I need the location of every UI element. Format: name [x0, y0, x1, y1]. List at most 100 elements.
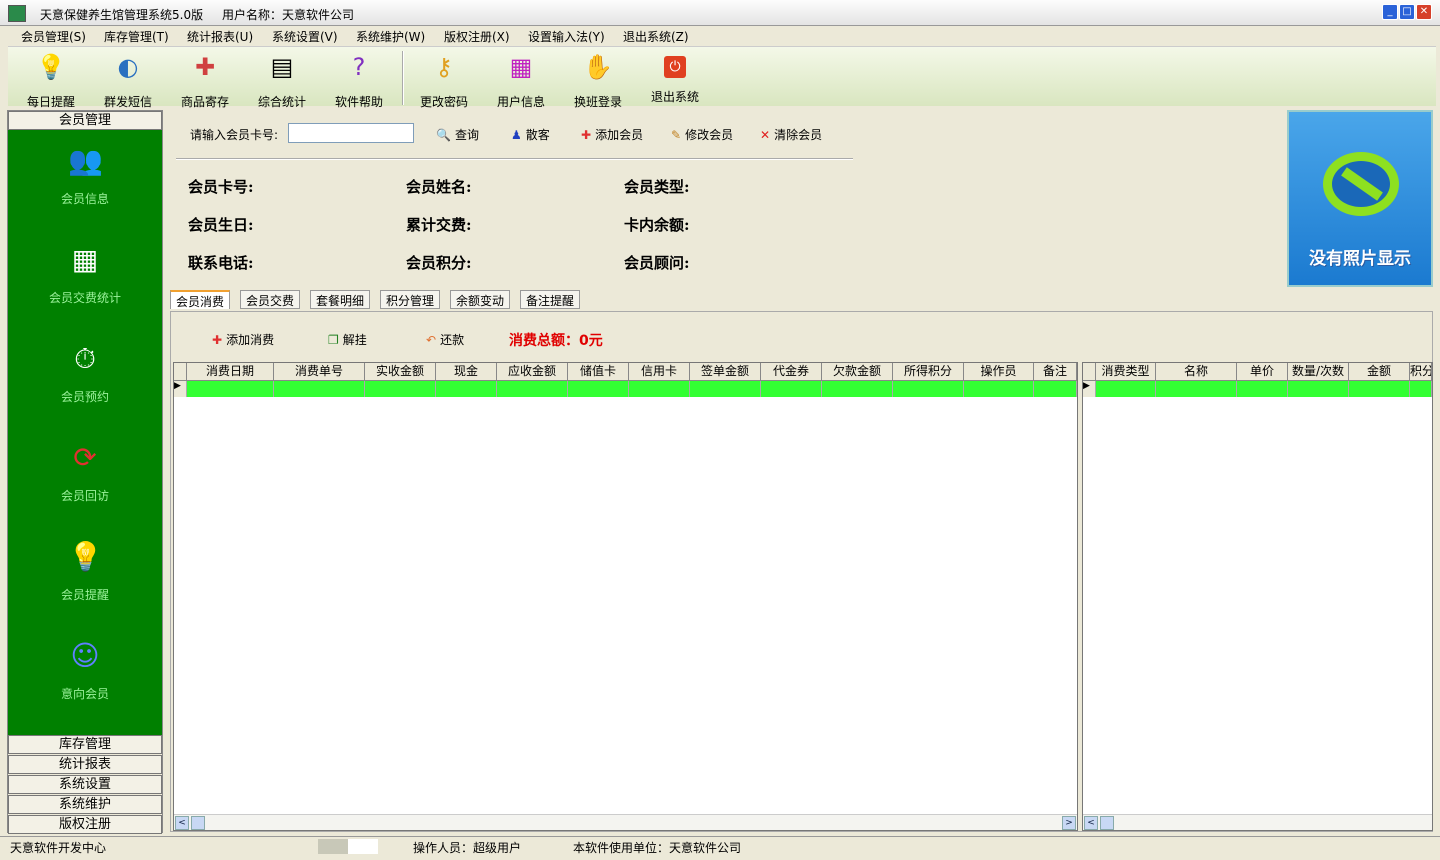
exit-button[interactable]: ⏻ 退出系统: [640, 51, 710, 105]
window-title: 天意保健养生馆管理系统5.0版: [40, 8, 204, 22]
change-password-button[interactable]: ⚷ 更改密码: [409, 51, 479, 110]
undo-icon: ↶: [426, 333, 437, 347]
sidebar-section-settings[interactable]: 系统设置: [8, 775, 162, 794]
menu-maintenance[interactable]: 系统维护(W): [356, 28, 425, 45]
horizontal-scrollbar[interactable]: <: [1083, 814, 1432, 830]
help-button[interactable]: ? 软件帮助: [324, 51, 394, 110]
shift-login-button[interactable]: ✋ 换班登录: [563, 51, 633, 110]
grid-cell: [365, 381, 436, 397]
scroll-right-icon[interactable]: >: [1062, 816, 1076, 830]
scroll-left-icon[interactable]: <: [1084, 816, 1098, 830]
column-header[interactable]: 代金券: [761, 363, 822, 381]
label-member-name: 会员姓名:: [406, 178, 472, 196]
satellite-icon: ◐: [117, 53, 139, 81]
column-header[interactable]: 签单金额: [690, 363, 761, 381]
grid-cell: [964, 381, 1034, 397]
daily-reminder-button[interactable]: 💡 每日提醒: [16, 51, 86, 110]
walk-in-button[interactable]: ♟ 散客: [511, 126, 550, 143]
label-points: 会员积分:: [406, 254, 472, 272]
user-name: 用户名称：天意软件公司: [222, 8, 355, 22]
grid-cell: [1156, 381, 1237, 397]
column-header[interactable]: 积分: [1410, 363, 1432, 381]
scroll-thumb[interactable]: [191, 816, 205, 830]
sidebar-item-reminder[interactable]: 💡 会员提醒: [8, 540, 162, 603]
edit-member-button[interactable]: ✎ 修改会员: [671, 126, 733, 143]
add-member-button[interactable]: ✚ 添加会员: [581, 126, 643, 143]
column-header[interactable]: 金额: [1349, 363, 1410, 381]
tab-package[interactable]: 套餐明细: [310, 290, 371, 309]
sidebar-item-appointment[interactable]: ⏱ 会员预约: [8, 342, 162, 405]
status-bar: 天意软件开发中心 操作人员：超级用户 本软件使用单位：天意软件公司: [0, 836, 1440, 856]
unhang-button[interactable]: ❐ 解挂: [328, 331, 367, 348]
row-indicator: ▶: [174, 381, 187, 397]
tab-balance[interactable]: 余额变动: [450, 290, 511, 309]
column-header[interactable]: 操作员: [964, 363, 1034, 381]
clear-member-button[interactable]: ✕ 清除会员: [760, 126, 822, 143]
sms-button[interactable]: ◐ 群发短信: [93, 51, 163, 110]
sidebar-section-register[interactable]: 版权注册: [8, 815, 162, 834]
column-header[interactable]: 名称: [1156, 363, 1237, 381]
column-header[interactable]: 应收金额: [497, 363, 568, 381]
column-header[interactable]: 数量/次数: [1288, 363, 1349, 381]
plus-icon: ✚: [581, 128, 592, 142]
tab-points[interactable]: 积分管理: [380, 290, 441, 309]
minimize-button[interactable]: _: [1382, 4, 1398, 20]
column-header[interactable]: 消费日期: [187, 363, 274, 381]
consumption-grid[interactable]: ▶ 消费日期 消费单号 实收金额 现金 应收金额 储值卡 信用卡 签单金额 代金券 欠款金额 所得积分…: [173, 362, 1078, 831]
card-number-label: 请输入会员卡号:: [190, 128, 279, 142]
sidebar-item-member-info[interactable]: 👥 会员信息: [8, 144, 162, 207]
menu-settings[interactable]: 系统设置(V): [272, 28, 338, 45]
grid-cell: [1349, 381, 1410, 397]
scroll-left-icon[interactable]: <: [175, 816, 189, 830]
sidebar-item-revisit[interactable]: ⟳ 会员回访: [8, 441, 162, 504]
sidebar-section-reports[interactable]: 统计报表: [8, 755, 162, 774]
column-header[interactable]: 现金: [436, 363, 497, 381]
close-button[interactable]: ✕: [1416, 4, 1432, 20]
sidebar-header-member[interactable]: 会员管理: [8, 111, 162, 130]
consumption-panel: ✚ 添加消费 ❐ 解挂 ↶ 还款 消费总额：0元 ▶ 消费日期 消费单号 实收金额 现金 应收金…: [170, 311, 1433, 832]
sidebar-item-prospect[interactable]: ☺ 意向会员: [8, 639, 162, 702]
grid-cell: [436, 381, 497, 397]
grid-cell: [893, 381, 964, 397]
column-header[interactable]: 单价: [1237, 363, 1288, 381]
tab-consumption[interactable]: 会员消费: [170, 290, 231, 309]
label-balance: 卡内余额:: [624, 216, 690, 234]
column-header[interactable]: 所得积分: [893, 363, 964, 381]
menu-input-method[interactable]: 设置输入法(Y): [528, 28, 605, 45]
column-header[interactable]: 实收金额: [365, 363, 436, 381]
column-header[interactable]: 欠款金额: [822, 363, 893, 381]
chart-icon: ▦: [71, 243, 99, 276]
card-number-input[interactable]: [288, 123, 414, 143]
tab-notes[interactable]: 备注提醒: [520, 290, 581, 309]
grid-cell: [1410, 381, 1432, 397]
menu-member[interactable]: 会员管理(S): [21, 28, 86, 45]
sidebar-section-inventory[interactable]: 库存管理: [8, 735, 162, 754]
scroll-thumb[interactable]: [1100, 816, 1114, 830]
status-progress-fill: [348, 839, 378, 854]
column-header[interactable]: 消费类型: [1096, 363, 1156, 381]
title-bar: 天意保健养生馆管理系统5.0版 用户名称：天意软件公司 _ □ ✕: [0, 0, 1440, 26]
item-grid[interactable]: ▶ 消费类型 名称 单价 数量/次数 金额 积分 <: [1082, 362, 1433, 831]
maximize-button[interactable]: □: [1399, 4, 1415, 20]
column-header[interactable]: 储值卡: [568, 363, 629, 381]
bulb-icon: 💡: [36, 53, 66, 81]
sidebar-section-maintenance[interactable]: 系统维护: [8, 795, 162, 814]
status-progress: [318, 839, 348, 854]
add-consumption-button[interactable]: ✚ 添加消费: [212, 331, 274, 348]
repay-button[interactable]: ↶ 还款: [426, 331, 464, 348]
statistics-button[interactable]: ▤ 综合统计: [247, 51, 317, 110]
column-header[interactable]: 消费单号: [274, 363, 365, 381]
sidebar-item-payment-stats[interactable]: ▦ 会员交费统计: [8, 243, 162, 306]
column-header[interactable]: 备注: [1034, 363, 1077, 381]
column-header[interactable]: 信用卡: [629, 363, 690, 381]
menu-exit[interactable]: 退出系统(Z): [623, 28, 689, 45]
menu-reports[interactable]: 统计报表(U): [187, 28, 253, 45]
menu-inventory[interactable]: 库存管理(T): [104, 28, 169, 45]
horizontal-scrollbar[interactable]: < >: [174, 814, 1077, 830]
tab-payment[interactable]: 会员交费: [240, 290, 301, 309]
user-info-button[interactable]: ▦ 用户信息: [486, 51, 556, 110]
goods-storage-button[interactable]: ✚ 商品寄存: [170, 51, 240, 110]
x-icon: ✕: [760, 128, 771, 142]
menu-register[interactable]: 版权注册(X): [444, 28, 510, 45]
query-button[interactable]: 🔍 查询: [436, 126, 479, 143]
